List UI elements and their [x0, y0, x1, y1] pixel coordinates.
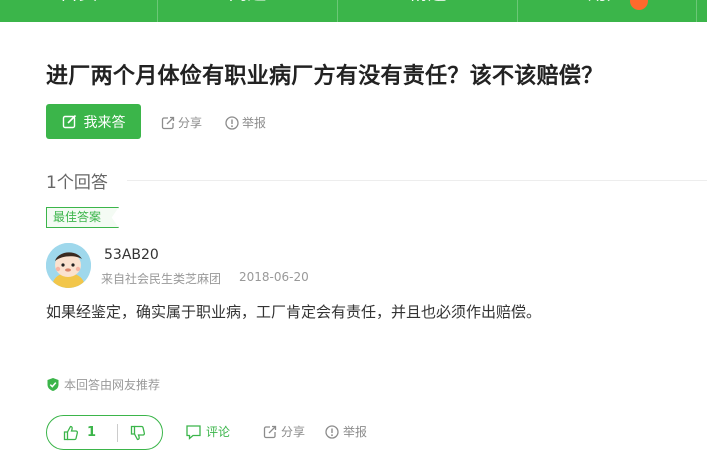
nav-home[interactable]: 首页	[0, 0, 158, 22]
user-name[interactable]: 53AB20	[104, 247, 159, 263]
vote-box: 1	[46, 415, 163, 450]
answer-report-label: 举报	[343, 425, 368, 439]
notification-badge	[630, 0, 648, 10]
answer-report-button[interactable]: 举报	[325, 423, 367, 440]
answer-button-label: 我来答	[83, 114, 126, 131]
answer-body: 如果经鉴定，确实属于职业病，工厂肯定会有责任，并且也必须作出赔偿。	[46, 303, 542, 321]
edit-icon	[62, 114, 77, 129]
like-button[interactable]: 1	[47, 425, 117, 441]
thumbs-up-icon	[63, 425, 79, 441]
answer-share-label: 分享	[281, 425, 306, 439]
share-icon	[161, 116, 175, 130]
recommend-label: 本回答由网友推荐	[64, 378, 161, 392]
dislike-button[interactable]	[130, 425, 146, 441]
divider	[127, 180, 707, 181]
answer-date: 2018-06-20	[239, 270, 309, 284]
comment-label: 评论	[206, 425, 231, 439]
recommend-note: 本回答由网友推荐	[46, 376, 160, 393]
nav-users[interactable]: 用户	[518, 0, 697, 22]
user-meta: 来自社会民生类芝麻团 2018-06-20	[101, 270, 309, 287]
top-nav: 首页 问题 精选 用户	[0, 0, 707, 22]
share-icon	[263, 425, 277, 439]
comment-icon	[185, 424, 202, 440]
report-icon	[225, 115, 239, 130]
user-source[interactable]: 来自社会民生类芝麻团	[101, 270, 221, 287]
question-report-label: 举报	[242, 116, 267, 130]
shield-check-icon	[46, 377, 60, 392]
question-report-button[interactable]: 举报	[225, 114, 266, 131]
avatar[interactable]	[46, 243, 91, 288]
question-share-button[interactable]: 分享	[161, 114, 202, 131]
comment-button[interactable]: 评论	[185, 423, 230, 440]
like-count: 1	[87, 425, 97, 440]
answer-share-button[interactable]: 分享	[263, 423, 305, 440]
thumbs-down-icon	[130, 425, 146, 441]
answers-count: 1个回答	[46, 173, 108, 193]
best-answer-badge: 最佳答案	[46, 207, 119, 228]
question-title: 进厂两个月体俭有职业病厂方有没有责任？该不该赔偿？	[46, 64, 604, 89]
report-icon	[325, 424, 339, 439]
question-share-label: 分享	[178, 116, 203, 130]
vote-divider	[117, 423, 118, 442]
nav-questions[interactable]: 问题	[158, 0, 338, 22]
nav-featured[interactable]: 精选	[338, 0, 518, 22]
answer-button[interactable]: 我来答	[46, 104, 141, 139]
